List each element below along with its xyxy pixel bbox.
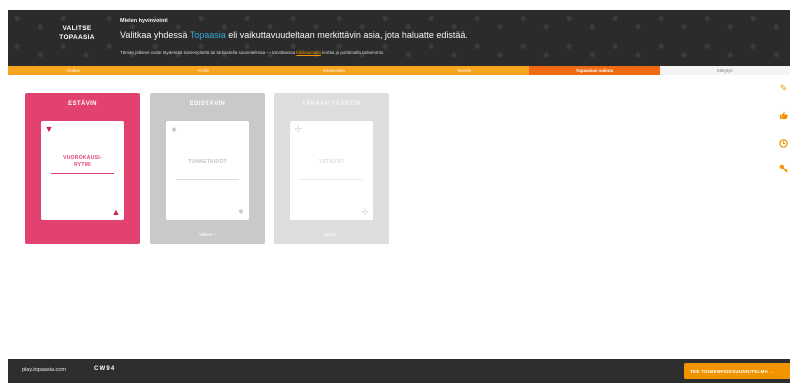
card-tanaan-tarkein[interactable]: TÄNÄÄN TÄRKEIN ✢ YSTÄVÄT ✢ Valitse + <box>274 93 389 244</box>
card-label: VUOROKAUSI- RYTMI <box>47 155 118 169</box>
footer-bar: play.topaasia.com CW94 TEE TOIMENPIDESUU… <box>8 359 790 383</box>
card-title: EDISTÄVIN <box>189 101 226 107</box>
spade-inverted-icon: ♠ <box>238 207 244 217</box>
card-edistavin[interactable]: EDISTÄVIN ♠ TUNNETAIDOT ♠ Valitse + <box>150 93 265 244</box>
game-name: Mielen hyvinvointi <box>120 18 168 24</box>
instruction-subtext: Tämän jälkeen voitte täydentää toimenpit… <box>120 50 384 55</box>
step-title-line-2: TOPAASIA <box>59 34 95 41</box>
card-face: ♠ TUNNETAIDOT ♠ <box>166 121 249 220</box>
card-divider <box>300 179 363 180</box>
tab-topaasian-valinta[interactable]: Topaasian valinta <box>529 66 660 75</box>
instruction-before: Valitkaa yhdessä <box>120 30 190 40</box>
thumbs-up-icon[interactable] <box>777 109 790 122</box>
site-url[interactable]: play.topaasia.com <box>22 367 66 373</box>
cross-icon: ✢ <box>361 207 369 217</box>
subtext-before: Tämän jälkeen voitte täydentää toimenpit… <box>120 50 297 55</box>
card-divider <box>176 179 239 180</box>
triangle-down-icon: ▼ <box>44 124 54 134</box>
card-divider <box>51 173 114 174</box>
card-face: ▼ VUOROKAUSI- RYTMI ▲ <box>41 121 124 220</box>
choose-button[interactable]: Valitse + <box>150 232 265 237</box>
clock-icon[interactable] <box>777 137 790 150</box>
app-window: VALITSE TOPAASIA Mielen hyvinvointi Vali… <box>0 0 790 383</box>
progress-tabs: Aloitus Kortit Keskustelu Tavoite Topaas… <box>8 66 790 75</box>
instruction-after: eli vaikuttavuudeltaan merkittävin asia,… <box>225 30 468 40</box>
tab-kortit[interactable]: Kortit <box>138 66 269 75</box>
tab-keskustelu[interactable]: Keskustelu <box>268 66 399 75</box>
subtext-after: korttia ja pohtimalla tarkemmin. <box>320 50 385 55</box>
triangle-up-icon: ▲ <box>111 207 121 217</box>
instruction-text: Valitkaa yhdessä Topaasia eli vaikuttavu… <box>120 30 468 40</box>
tab-tavoite[interactable]: Tavoite <box>398 66 530 75</box>
instruction-highlight: Topaasia <box>189 30 226 40</box>
cross-icon: ✢ <box>294 124 302 134</box>
pencil-icon[interactable]: ✎ <box>777 82 790 95</box>
key-icon[interactable] <box>777 162 790 175</box>
card-label: TUNNETAIDOT <box>188 159 227 165</box>
card-label: YSTÄVÄT <box>318 159 345 165</box>
tab-aloitus[interactable]: Aloitus <box>8 66 139 75</box>
card-title: TÄNÄÄN TÄRKEIN <box>301 101 362 107</box>
subtext-link[interactable]: klikkaamalla <box>296 50 321 55</box>
header-bar: VALITSE TOPAASIA Mielen hyvinvointi Vali… <box>8 10 790 66</box>
tab-kiteytys[interactable]: Kiteytys <box>659 66 790 75</box>
card-title: ESTÄVIN <box>68 101 97 107</box>
spade-icon: ♠ <box>171 124 177 134</box>
step-title: VALITSE TOPAASIA <box>46 24 108 54</box>
card-estavin[interactable]: ESTÄVIN ▼ VUOROKAUSI- RYTMI ▲ <box>25 93 140 244</box>
choose-button[interactable]: Valitse + <box>274 232 389 237</box>
session-code: CW94 <box>94 366 116 372</box>
action-plan-button[interactable]: TEE TOIMENPIDESUUNNITELMA → <box>684 363 790 379</box>
card-face: ✢ YSTÄVÄT ✢ <box>290 121 373 220</box>
card-label-line-2: RYTMI <box>74 162 91 168</box>
card-label-line-1: VUOROKAUSI- <box>63 155 102 161</box>
step-title-line-1: VALITSE <box>62 25 92 32</box>
